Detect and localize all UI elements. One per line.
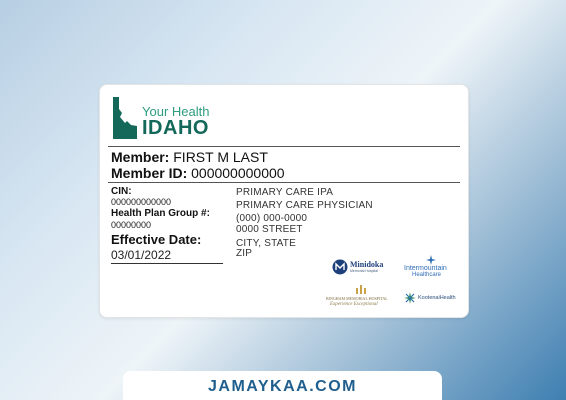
primary-care-ipa: PRIMARY CARE IPA xyxy=(236,187,334,198)
minidoka-text: Minidoka xyxy=(350,260,384,269)
cin-label: CIN: xyxy=(111,186,132,197)
intermountain-healthcare-text: Healthcare xyxy=(412,272,442,278)
site-banner-text[interactable]: JAMAYKAA.COM xyxy=(123,378,442,396)
provider-zip: ZIP xyxy=(236,248,253,259)
intermountain-logo: Intermountain Healthcare xyxy=(401,255,461,278)
your-health-idaho-logo: Your Health IDAHO xyxy=(111,97,223,139)
member-name-label: Member: xyxy=(111,149,170,165)
member-name-row: Member: FIRST M LAST xyxy=(111,149,268,165)
cin-value: 000000000000 xyxy=(111,197,172,207)
minidoka-subtext: Memorial Hospital xyxy=(350,269,379,273)
insurance-card: Your Health IDAHO Member: FIRST M LAST M… xyxy=(99,84,469,318)
bingham-building-icon xyxy=(356,285,366,294)
effective-date-label: Effective Date: xyxy=(111,232,202,247)
bingham-tagline: Experience Exceptional xyxy=(330,302,378,307)
health-plan-group-value: 00000000 xyxy=(111,220,152,230)
health-plan-group-label: Health Plan Group #: xyxy=(111,208,210,219)
member-name-value: FIRST M LAST xyxy=(173,149,268,165)
kootenai-text: KootenaiHealth xyxy=(418,295,456,301)
minidoka-logo: Minidoka Memorial Hospital xyxy=(332,259,392,281)
minidoka-m-icon xyxy=(332,259,348,275)
member-id-label: Member ID: xyxy=(111,165,188,181)
header-divider xyxy=(108,146,460,147)
member-id-value: 000000000000 xyxy=(191,165,285,181)
provider-street: 0000 STREET xyxy=(236,224,303,235)
site-banner: JAMAYKAA.COM xyxy=(123,371,442,400)
bingham-memorial-logo: BINGHAM MEMORIAL HOSPITAL Experience Exc… xyxy=(326,285,398,311)
kootenai-burst-icon xyxy=(404,292,416,304)
effective-date-value: 03/01/2022 xyxy=(111,249,223,264)
primary-care-physician: PRIMARY CARE PHYSICIAN xyxy=(236,200,373,211)
logo-idaho-text: IDAHO xyxy=(142,117,209,139)
idaho-state-shape-icon xyxy=(113,97,137,139)
provider-phone: (000) 000-0000 xyxy=(236,213,308,224)
intermountain-star-icon xyxy=(426,255,436,265)
member-id-row: Member ID: 000000000000 xyxy=(111,165,285,181)
kootenai-health-logo: KootenaiHealth xyxy=(404,292,462,314)
member-divider xyxy=(108,182,460,183)
bingham-text: BINGHAM MEMORIAL HOSPITAL xyxy=(326,296,388,301)
